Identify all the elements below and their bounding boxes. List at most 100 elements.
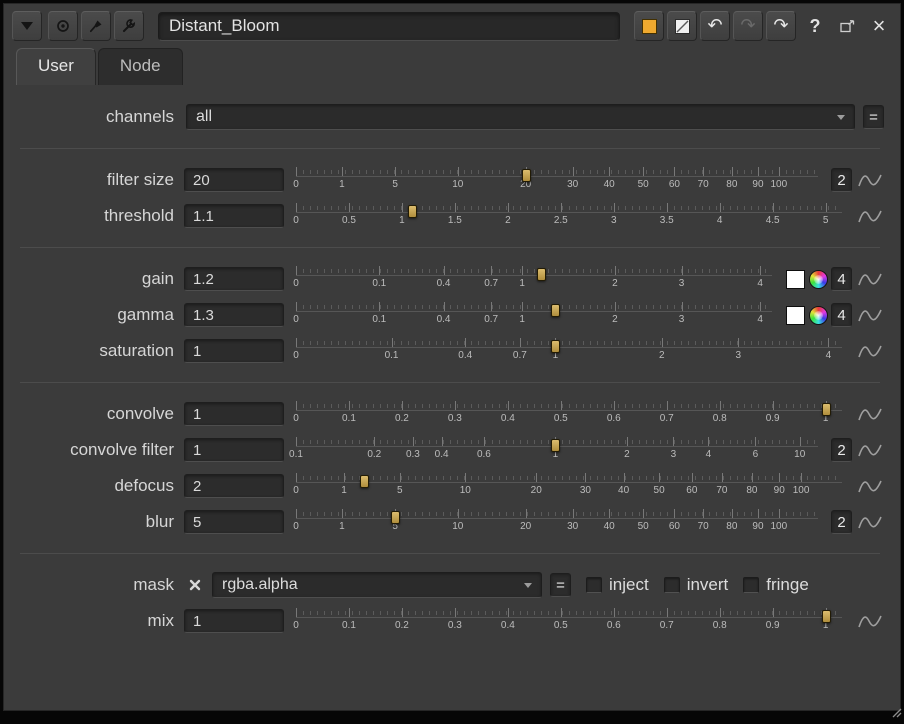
multi-value-badge[interactable]: 2 bbox=[831, 510, 852, 534]
undo-button[interactable]: ↶ bbox=[700, 11, 730, 41]
slider-handle[interactable] bbox=[551, 439, 560, 452]
tick-mark bbox=[585, 473, 586, 482]
curve-editor-button[interactable] bbox=[856, 510, 884, 534]
value-input-filter-size[interactable] bbox=[184, 168, 284, 192]
slider-handle[interactable] bbox=[360, 475, 369, 488]
curve-icon bbox=[858, 271, 882, 288]
color-swatch[interactable] bbox=[786, 306, 805, 325]
section-divider bbox=[20, 148, 880, 149]
checkbox-invert[interactable]: invert bbox=[664, 575, 729, 595]
curve-editor-button[interactable] bbox=[856, 339, 884, 363]
value-input-mix[interactable] bbox=[184, 609, 284, 633]
resize-grip[interactable] bbox=[891, 705, 902, 723]
slider-handle[interactable] bbox=[822, 610, 831, 623]
tick-mark bbox=[801, 473, 802, 482]
color-swatch[interactable] bbox=[786, 270, 805, 289]
curve-editor-button[interactable] bbox=[856, 267, 884, 291]
curve-editor-button[interactable] bbox=[856, 303, 884, 327]
multi-value-badge[interactable]: 4 bbox=[831, 267, 852, 291]
tick-label: 0.2 bbox=[395, 413, 409, 424]
slider-convolve-filter[interactable]: 0.10.20.30.40.61234610 bbox=[296, 433, 818, 467]
tick-label: 0.4 bbox=[501, 620, 515, 631]
curve-editor-button[interactable] bbox=[856, 402, 884, 426]
tick-mark bbox=[720, 608, 721, 617]
slider-handle[interactable] bbox=[408, 205, 417, 218]
tick-mark bbox=[561, 203, 562, 212]
help-button[interactable]: ? bbox=[802, 13, 828, 39]
checkbox-box-invert[interactable] bbox=[664, 577, 680, 593]
curve-editor-button[interactable] bbox=[856, 474, 884, 498]
value-input-blur[interactable] bbox=[184, 510, 284, 534]
slider-saturation[interactable]: 00.10.40.71234 bbox=[296, 334, 842, 368]
slider-gain[interactable]: 00.10.40.71234 bbox=[296, 262, 772, 296]
section-divider bbox=[20, 382, 880, 383]
slider-blur[interactable]: 015102030405060708090100 bbox=[296, 505, 818, 539]
slider-handle[interactable] bbox=[551, 340, 560, 353]
revert-button[interactable]: ↷ bbox=[766, 11, 796, 41]
slider-handle[interactable] bbox=[537, 268, 546, 281]
slider-gamma[interactable]: 00.10.40.71234 bbox=[296, 298, 772, 332]
tick-label: 0.4 bbox=[437, 278, 451, 289]
close-button[interactable]: × bbox=[866, 13, 892, 39]
slider-handle[interactable] bbox=[551, 304, 560, 317]
slider-defocus[interactable]: 015102030405060708090100 bbox=[296, 469, 842, 503]
tick-mark bbox=[609, 509, 610, 518]
slider-filter-size[interactable]: 015102030405060708090100 bbox=[296, 163, 818, 197]
param-row-saturation: saturation00.10.40.71234 bbox=[16, 333, 884, 369]
slider-track bbox=[296, 311, 772, 312]
slider-handle[interactable] bbox=[522, 169, 531, 182]
value-input-defocus[interactable] bbox=[184, 474, 284, 498]
tick-label: 5 bbox=[392, 179, 398, 190]
checkbox-box-fringe[interactable] bbox=[743, 577, 759, 593]
curve-editor-button[interactable] bbox=[856, 204, 884, 228]
value-input-saturation[interactable] bbox=[184, 339, 284, 363]
slider-handle[interactable] bbox=[391, 511, 400, 524]
slider-track bbox=[296, 347, 842, 348]
tick-label: 90 bbox=[774, 485, 785, 496]
slider-mix[interactable]: 00.10.20.30.40.50.60.70.80.91 bbox=[296, 604, 842, 638]
node-color-button[interactable] bbox=[634, 11, 664, 41]
params: channelsall=filter size01510203040506070… bbox=[4, 85, 900, 639]
slider-threshold[interactable]: 00.511.522.533.544.55 bbox=[296, 199, 842, 233]
color-wheel-button[interactable] bbox=[809, 270, 828, 289]
value-input-threshold[interactable] bbox=[184, 204, 284, 228]
tab-node[interactable]: Node bbox=[98, 48, 183, 85]
value-input-convolve-filter[interactable] bbox=[184, 438, 284, 462]
tick-label: 0.3 bbox=[448, 413, 462, 424]
channels-dropdown[interactable]: all bbox=[186, 104, 855, 130]
checkbox-inject[interactable]: inject bbox=[586, 575, 649, 595]
checkbox-box-inject[interactable] bbox=[586, 577, 602, 593]
curve-editor-button[interactable] bbox=[856, 168, 884, 192]
equals-button[interactable]: = bbox=[550, 573, 571, 597]
checkbox-label-inject: inject bbox=[609, 575, 649, 595]
slider-convolve[interactable]: 00.10.20.30.40.50.60.70.80.91 bbox=[296, 397, 842, 431]
tick-mark bbox=[296, 473, 297, 482]
curve-editor-button[interactable] bbox=[856, 609, 884, 633]
gl-color-button[interactable] bbox=[667, 11, 697, 41]
mask-channel-checkbox[interactable] bbox=[186, 576, 204, 594]
equals-button[interactable]: = bbox=[863, 105, 884, 129]
wrench-button[interactable] bbox=[114, 11, 144, 41]
value-input-convolve[interactable] bbox=[184, 402, 284, 426]
multi-value-badge[interactable]: 2 bbox=[831, 168, 852, 192]
value-input-gain[interactable] bbox=[184, 267, 284, 291]
tab-user[interactable]: User bbox=[16, 48, 96, 85]
multi-value-badge[interactable]: 2 bbox=[831, 438, 852, 462]
tick-label: 0.3 bbox=[448, 620, 462, 631]
tick-mark bbox=[442, 437, 443, 446]
slider-track bbox=[296, 410, 842, 411]
node-name-input[interactable] bbox=[158, 12, 620, 41]
collapse-button[interactable] bbox=[12, 11, 42, 41]
color-wheel-button[interactable] bbox=[809, 306, 828, 325]
value-input-gamma[interactable] bbox=[184, 303, 284, 327]
center-node-button[interactable] bbox=[48, 11, 78, 41]
redo-button[interactable]: ↷ bbox=[733, 11, 763, 41]
multi-value-badge[interactable]: 4 bbox=[831, 303, 852, 327]
checkbox-fringe[interactable]: fringe bbox=[743, 575, 809, 595]
slider-handle[interactable] bbox=[822, 403, 831, 416]
pin-button[interactable] bbox=[81, 11, 111, 41]
float-button[interactable] bbox=[834, 13, 860, 39]
mask-dropdown[interactable]: rgba.alpha bbox=[212, 572, 542, 598]
curve-editor-button[interactable] bbox=[856, 438, 884, 462]
param-label: convolve filter bbox=[16, 440, 184, 460]
